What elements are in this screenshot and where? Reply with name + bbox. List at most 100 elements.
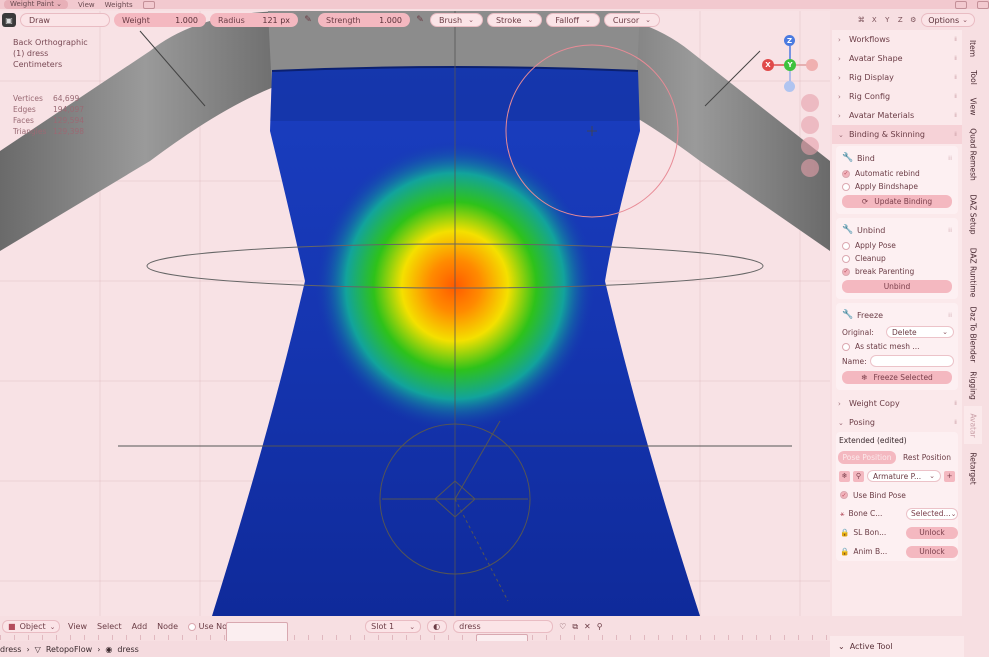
pen-pressure-icon[interactable]: ✎ bbox=[302, 14, 314, 26]
grip-icon[interactable]: ⁞⁞ bbox=[954, 36, 957, 43]
tab-item[interactable]: Item bbox=[964, 34, 982, 62]
tab-daz-to-blender[interactable]: Daz To Blender bbox=[964, 304, 982, 364]
pin-icon[interactable]: ⚲ bbox=[597, 622, 603, 631]
tab-daz-setup[interactable]: DAZ Setup bbox=[964, 188, 982, 240]
close-icon[interactable]: ✕ bbox=[584, 622, 591, 631]
material-name-field[interactable]: dress bbox=[453, 620, 554, 633]
tab-daz-runtime[interactable]: DAZ Runtime bbox=[964, 242, 982, 302]
section-avatar-materials[interactable]: › Avatar Materials ⁞⁞ bbox=[832, 106, 962, 125]
tab-view[interactable]: View bbox=[964, 92, 982, 120]
use-bind-pose-checkbox[interactable]: ✓ Use Bind Pose bbox=[836, 486, 958, 504]
section-posing[interactable]: ⌄ Posing ⁞⁞ bbox=[832, 413, 962, 432]
editor-mode-dropdown[interactable]: ■ Object ⌄ bbox=[2, 620, 60, 633]
brush-menu[interactable]: Brush ⌄ bbox=[430, 13, 483, 27]
gizmo-neg-x[interactable] bbox=[806, 59, 818, 71]
section-binding-skinning[interactable]: ⌄ Binding & Skinning ⁞⁞ bbox=[832, 125, 962, 144]
cleanup-checkbox[interactable]: Cleanup bbox=[840, 252, 954, 265]
pose-icon[interactable]: ⚲ bbox=[853, 470, 864, 482]
tab-label: DAZ Runtime bbox=[968, 247, 978, 297]
gizmo-neg-z[interactable] bbox=[784, 81, 795, 92]
update-binding-button[interactable]: ⟳ Update Binding bbox=[842, 195, 952, 208]
tab-retarget[interactable]: Retarget bbox=[964, 446, 982, 490]
strength-field[interactable]: Strength 1.000 bbox=[318, 13, 410, 27]
tab-tool[interactable]: Tool bbox=[964, 64, 982, 90]
mirror-y[interactable]: Y bbox=[882, 14, 892, 26]
gizmo-x-axis[interactable]: X bbox=[762, 59, 774, 71]
breadcrumb-item[interactable]: dress bbox=[117, 645, 138, 654]
grip-icon[interactable]: ⁞⁞ bbox=[954, 131, 957, 138]
armature-dropdown[interactable]: Armature P... ⌄ bbox=[867, 470, 941, 482]
grip-icon[interactable]: ⁞⁞ bbox=[954, 55, 957, 62]
menu-node[interactable]: Node bbox=[155, 622, 180, 631]
grid-view-icon[interactable] bbox=[801, 159, 819, 177]
slot-dropdown[interactable]: Slot 1 ⌄ bbox=[365, 620, 422, 633]
mirror-x[interactable]: X bbox=[869, 14, 879, 26]
as-static-mesh-checkbox[interactable]: As static mesh ... bbox=[840, 340, 954, 353]
section-rig-config[interactable]: › Rig Config ⁞⁞ bbox=[832, 87, 962, 106]
zoom-icon[interactable] bbox=[801, 94, 819, 112]
add-icon[interactable]: + bbox=[944, 470, 955, 482]
3d-viewport[interactable]: Back Orthographic (1) dress Centimeters … bbox=[0, 11, 830, 616]
freeze-selected-button[interactable]: ❄ Freeze Selected bbox=[842, 371, 952, 384]
falloff-menu[interactable]: Falloff ⌄ bbox=[546, 13, 600, 27]
pan-icon[interactable] bbox=[801, 116, 819, 134]
grip-icon[interactable]: ⁞⁞ bbox=[948, 312, 952, 319]
gizmo-y-axis[interactable]: Y bbox=[784, 59, 796, 71]
bone-selection-dropdown[interactable]: Selected... ⌄ bbox=[906, 507, 958, 520]
unbind-button[interactable]: Unbind bbox=[842, 280, 952, 293]
active-tool-panel[interactable]: ⌄ Active Tool bbox=[830, 636, 964, 657]
grip-icon[interactable]: ⁞⁞ bbox=[954, 419, 957, 426]
shading-icon[interactable] bbox=[955, 0, 967, 9]
tab-quad-remesh[interactable]: Quad Remesh bbox=[964, 122, 982, 186]
copy-icon[interactable]: ⧉ bbox=[572, 622, 578, 632]
sl-bones-unlock-button[interactable]: Unlock bbox=[906, 526, 958, 539]
camera-icon[interactable] bbox=[801, 137, 819, 155]
grip-icon[interactable]: ⁞⁞ bbox=[954, 400, 957, 407]
render-icon[interactable] bbox=[977, 0, 989, 9]
name-input[interactable] bbox=[870, 355, 954, 367]
mode-selector[interactable]: Weight Paint ⌄ bbox=[4, 0, 69, 9]
section-avatar-shape[interactable]: › Avatar Shape ⁞⁞ bbox=[832, 49, 962, 68]
options-menu[interactable]: Options ⌄ bbox=[921, 13, 975, 27]
brush-selector[interactable]: Draw bbox=[20, 13, 110, 27]
pose-position-button[interactable]: Pose Position bbox=[838, 451, 896, 464]
grip-icon[interactable]: ⁞⁞ bbox=[948, 155, 952, 162]
mirror-z[interactable]: Z bbox=[895, 14, 905, 26]
section-rig-display[interactable]: › Rig Display ⁞⁞ bbox=[832, 68, 962, 87]
tab-avatar[interactable]: Avatar bbox=[964, 406, 982, 444]
apply-bindshape-checkbox[interactable]: Apply Bindshape bbox=[840, 180, 954, 193]
stroke-menu[interactable]: Stroke ⌄ bbox=[486, 13, 543, 27]
overlay-icon[interactable] bbox=[142, 0, 155, 9]
menu-view[interactable]: View bbox=[66, 622, 89, 631]
automatic-rebind-checkbox[interactable]: ✓ Automatic rebind bbox=[840, 167, 954, 180]
settings-icon[interactable]: ⚙ bbox=[908, 14, 918, 26]
section-weight-copy[interactable]: › Weight Copy ⁞⁞ bbox=[832, 394, 962, 413]
original-dropdown[interactable]: Delete ⌄ bbox=[886, 326, 954, 338]
menu-add[interactable]: Add bbox=[130, 622, 150, 631]
menu-weights[interactable]: Weights bbox=[105, 1, 133, 9]
breadcrumb-item[interactable]: dress bbox=[0, 645, 21, 654]
gizmo-z-axis[interactable]: Z bbox=[784, 35, 795, 46]
anim-bones-unlock-button[interactable]: Unlock bbox=[906, 545, 958, 558]
breadcrumb-item[interactable]: RetopoFlow bbox=[46, 645, 92, 654]
grip-icon[interactable]: ⁞⁞ bbox=[954, 112, 957, 119]
radius-field[interactable]: Radius 121 px bbox=[210, 13, 298, 27]
section-workflows[interactable]: › Workflows ⁞⁞ bbox=[832, 30, 962, 49]
strength-pressure-icon[interactable]: ✎ bbox=[414, 14, 426, 26]
rest-position-button[interactable]: Rest Position bbox=[898, 451, 956, 464]
brush-preview-icon[interactable]: ▣ bbox=[2, 13, 16, 27]
menu-select[interactable]: Select bbox=[95, 622, 124, 631]
menu-view[interactable]: View bbox=[78, 1, 95, 9]
snowflake-icon[interactable]: ❄ bbox=[839, 470, 850, 482]
weight-field[interactable]: Weight 1.000 bbox=[114, 13, 206, 27]
mirror-icon[interactable]: ⌘ bbox=[856, 14, 866, 26]
grip-icon[interactable]: ⁞⁞ bbox=[954, 93, 957, 100]
tab-rigging[interactable]: Rigging bbox=[964, 366, 982, 404]
apply-pose-checkbox[interactable]: Apply Pose bbox=[840, 239, 954, 252]
grip-icon[interactable]: ⁞⁞ bbox=[948, 227, 952, 234]
cursor-menu[interactable]: Cursor ⌄ bbox=[603, 13, 661, 27]
break-parenting-checkbox[interactable]: ✓ break Parenting bbox=[840, 265, 954, 278]
shield-icon[interactable]: ♡ bbox=[559, 622, 566, 631]
grip-icon[interactable]: ⁞⁞ bbox=[954, 74, 957, 81]
material-browse-icon[interactable]: ◐ bbox=[427, 620, 448, 633]
